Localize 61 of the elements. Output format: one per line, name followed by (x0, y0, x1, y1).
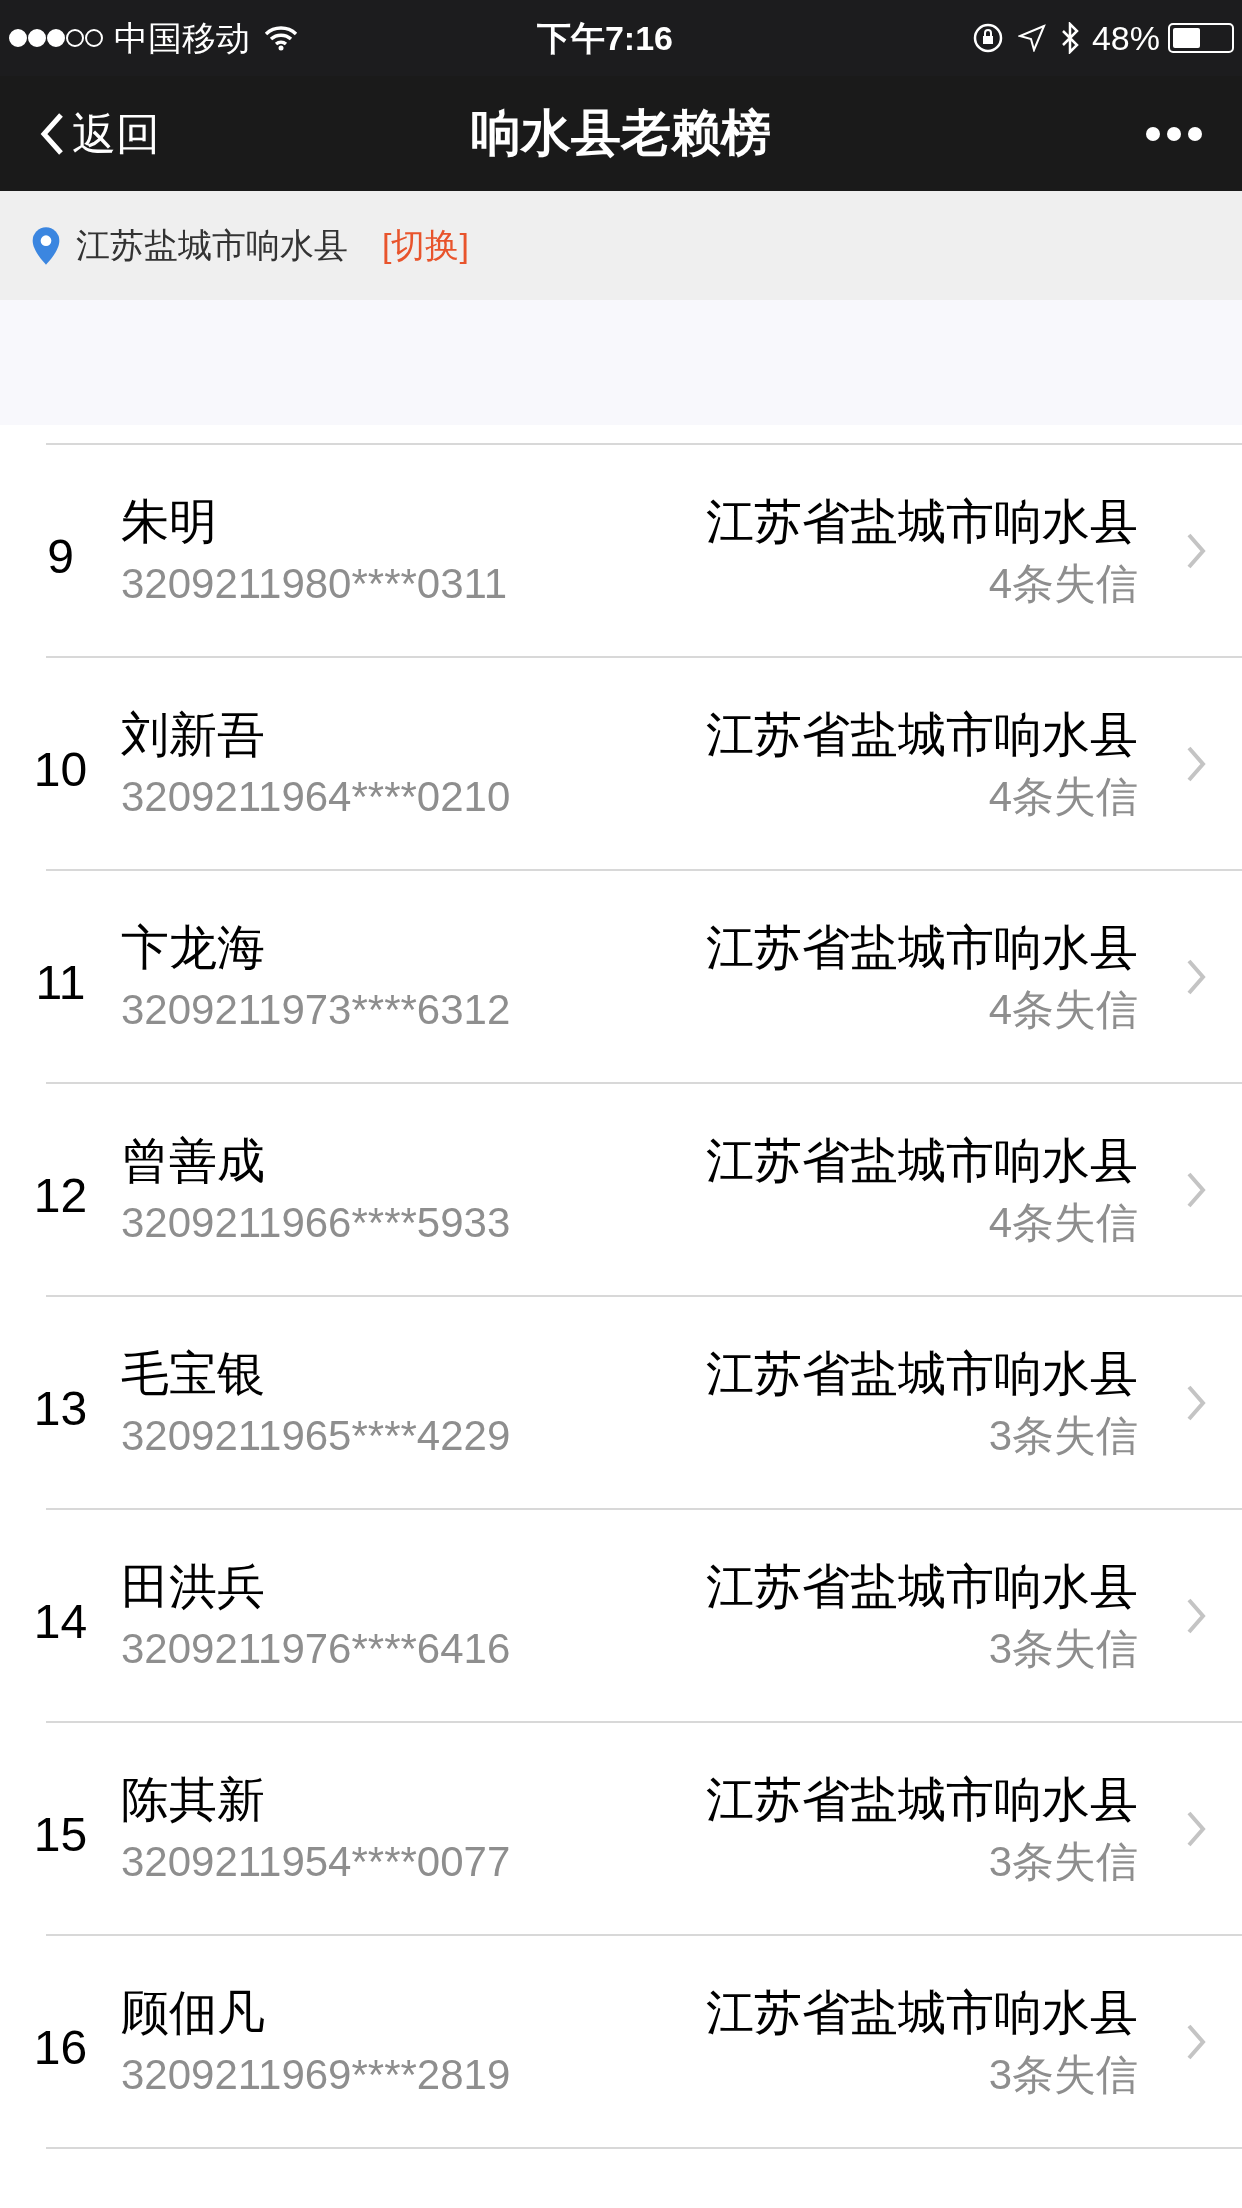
battery-icon (1168, 23, 1234, 53)
id-number: 3209211966****5933 (121, 1198, 511, 1247)
chevron-right-icon (1186, 1596, 1206, 1635)
address-text: 江苏省盐城市响水县 (706, 1132, 1138, 1189)
address-text: 江苏省盐城市响水县 (706, 1558, 1138, 1615)
record-count: 4条失信 (988, 772, 1138, 821)
battery-percentage: 48% (1091, 17, 1160, 59)
rank-number: 16 (32, 2019, 89, 2076)
person-name: 田洪兵 (121, 1558, 266, 1615)
rank-number: 9 (46, 528, 75, 585)
id-number: 3209211976****6416 (121, 1624, 511, 1673)
person-name: 曾善成 (121, 1132, 266, 1189)
rank-number: 11 (34, 954, 87, 1011)
rank-number: 12 (32, 1167, 89, 1224)
rank-number: 13 (32, 1380, 89, 1437)
clock-time: 下午7:16 (535, 17, 674, 59)
record-count: 4条失信 (988, 1198, 1138, 1247)
chevron-right-icon (1186, 2022, 1206, 2061)
page-title: 响水县老赖榜 (471, 104, 771, 163)
address-text: 江苏省盐城市响水县 (706, 493, 1138, 550)
location-arrow-icon (1017, 24, 1046, 52)
record-count: 3条失信 (988, 2050, 1138, 2099)
id-number: 3209211964****0210 (121, 772, 511, 821)
rank-number: 10 (32, 741, 89, 798)
record-count: 3条失信 (988, 1411, 1138, 1460)
record-count: 4条失信 (988, 559, 1138, 608)
chevron-right-icon (1186, 1809, 1206, 1848)
chevron-right-icon (1186, 1170, 1206, 1209)
id-number: 3209211980****0311 (121, 559, 508, 608)
more-button[interactable] (1146, 126, 1202, 141)
id-number: 3209211954****0077 (121, 1837, 511, 1886)
person-name: 毛宝银 (121, 1345, 266, 1402)
address-text: 江苏省盐城市响水县 (706, 706, 1138, 763)
chevron-left-icon (40, 111, 64, 156)
rank-number: 14 (32, 1593, 89, 1650)
location-text: 江苏盐城市响水县 (76, 225, 348, 266)
id-number: 3209211973****6312 (121, 985, 511, 1034)
carrier-name: 中国移动 (114, 17, 250, 59)
rank-number: 15 (32, 1806, 89, 1863)
chevron-right-icon (1186, 744, 1206, 783)
id-number: 3209211965****4229 (121, 1411, 511, 1460)
id-number: 3209211969****2819 (121, 2050, 511, 2099)
address-text: 江苏省盐城市响水县 (706, 1984, 1138, 2041)
person-name: 朱明 (121, 493, 218, 550)
address-text: 江苏省盐城市响水县 (706, 1345, 1138, 1402)
bluetooth-icon (1059, 22, 1080, 54)
chevron-right-icon (1186, 957, 1206, 996)
chevron-right-icon (1186, 1383, 1206, 1422)
chevron-right-icon (1186, 531, 1206, 570)
back-button[interactable]: 返回 (40, 100, 160, 167)
record-count: 3条失信 (988, 1837, 1138, 1886)
person-name: 卞龙海 (121, 919, 266, 976)
wifi-icon (264, 25, 298, 51)
person-name: 刘新吾 (121, 706, 266, 763)
address-text: 江苏省盐城市响水县 (706, 919, 1138, 976)
person-name: 顾佃凡 (121, 1984, 266, 2041)
person-name: 陈其新 (121, 1771, 266, 1828)
record-count: 4条失信 (988, 985, 1138, 1034)
orientation-lock-icon (971, 22, 1004, 54)
address-text: 江苏省盐城市响水县 (706, 1771, 1138, 1828)
record-count: 3条失信 (988, 1624, 1138, 1673)
